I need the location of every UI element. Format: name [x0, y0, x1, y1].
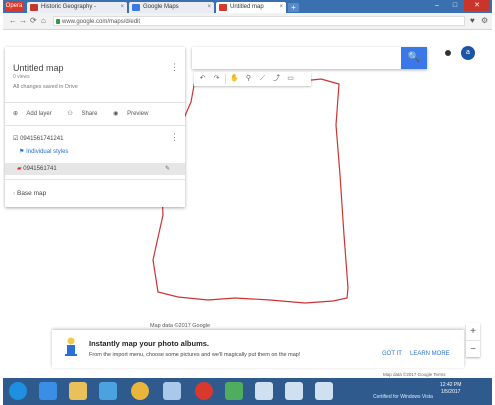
notifications-icon[interactable]	[443, 48, 453, 58]
photo-import-promo: Instantly map your photo albums. From th…	[52, 330, 464, 368]
address-bar: ← → ⟳ ⌂ www.google.com/maps/d/edit ♥ ⚙	[3, 13, 492, 30]
zoom-in-button[interactable]: +	[466, 323, 480, 341]
layer-name[interactable]: 0941561741241	[20, 136, 63, 142]
taskbar: Certified for Windows Vista 12:42 PM 1/5…	[3, 378, 492, 405]
redo-icon[interactable]: ↷	[210, 72, 223, 86]
media-icon[interactable]	[99, 382, 117, 400]
zoom-out-button[interactable]: −	[466, 341, 480, 358]
tab-favicon-icon	[219, 4, 227, 11]
tab-google-maps[interactable]: Google Maps ×	[129, 2, 214, 13]
heart-icon[interactable]: ♥	[470, 16, 475, 26]
preview-icon: ◉	[113, 111, 119, 117]
tab-favicon-icon	[30, 4, 38, 11]
browser-window: Opera Historic Geography - × Google Maps…	[3, 0, 492, 405]
share-button[interactable]: ⚇ Share	[67, 111, 104, 117]
layer-style-link[interactable]: ⚑ Individual styles	[19, 148, 68, 155]
tab-label: Google Maps	[143, 4, 179, 10]
share-icon: ⚇	[67, 111, 73, 117]
tab-favicon-icon	[132, 4, 140, 11]
security-icon[interactable]	[225, 382, 243, 400]
add-layer-icon: ⊕	[13, 111, 19, 117]
url-field[interactable]: www.google.com/maps/d/edit	[53, 16, 465, 26]
base-map-toggle[interactable]: › Base map	[13, 190, 46, 197]
zoom-control: + −	[466, 323, 480, 357]
map-side-panel: Untitled map ⋮ 0 views All changes saved…	[5, 47, 185, 207]
opera-icon[interactable]	[195, 382, 213, 400]
tab-historic-geography[interactable]: Historic Geography - ×	[27, 2, 127, 13]
network-icon[interactable]	[163, 382, 181, 400]
paint-icon: ⚑	[19, 149, 25, 155]
undo-icon[interactable]: ↶	[196, 72, 209, 86]
search-box[interactable]	[192, 47, 427, 69]
search-button[interactable]: 🔍	[401, 47, 427, 69]
close-tab-icon[interactable]: ×	[207, 2, 211, 13]
tab-label: Historic Geography -	[41, 4, 97, 10]
preview-button[interactable]: ◉ Preview	[113, 111, 155, 117]
clock-time: 12:42 PM	[440, 382, 462, 388]
settings-icon[interactable]: ⚙	[481, 16, 488, 26]
url-text: www.google.com/maps/d/edit	[62, 19, 141, 25]
tab-untitled-map[interactable]: Untitled map ×	[216, 2, 286, 13]
map-attribution: Map data ©2017 Google	[150, 323, 211, 329]
search-input[interactable]	[198, 47, 402, 69]
feature-style-icon[interactable]: ✎	[165, 165, 170, 172]
divider	[5, 125, 185, 126]
panel-actions: ⊕ Add layer ⚇ Share ◉ Preview	[13, 110, 162, 117]
minimize-button[interactable]: –	[428, 0, 446, 11]
tab-label: Untitled map	[230, 4, 264, 10]
home-icon[interactable]: ⌂	[41, 16, 46, 26]
divider	[225, 74, 226, 84]
got-it-button[interactable]: GOT IT	[382, 351, 402, 357]
divider	[5, 179, 185, 180]
directions-icon[interactable]: ⤴	[270, 72, 283, 86]
map-options-icon[interactable]: ⋮	[170, 63, 179, 72]
draw-line-icon[interactable]: ⟋	[256, 72, 269, 86]
layer-item[interactable]: ☑ 0941561741241	[13, 135, 63, 142]
hand-icon[interactable]: ✋	[228, 72, 241, 86]
marker-icon[interactable]: ⚲	[242, 72, 255, 86]
maximize-button[interactable]: □	[446, 0, 464, 11]
chrome-icon[interactable]	[131, 382, 149, 400]
map-canvas[interactable]: Untitled map ⋮ 0 views All changes saved…	[3, 30, 492, 370]
new-tab-button[interactable]: +	[288, 3, 299, 12]
add-layer-button[interactable]: ⊕ Add layer	[13, 111, 59, 117]
divider	[5, 102, 185, 103]
back-icon[interactable]: ←	[9, 16, 17, 26]
clock-date: 1/5/2017	[440, 389, 461, 395]
system-tray-text: Certified for Windows Vista	[373, 394, 433, 400]
promo-title: Instantly map your photo albums.	[89, 339, 210, 348]
reload-icon[interactable]: ⟳	[30, 16, 37, 26]
account-avatar[interactable]: a	[461, 46, 475, 60]
close-tab-icon[interactable]: ×	[120, 2, 124, 13]
polygon-icon: ▰	[17, 166, 22, 172]
tab-strip: Opera Historic Geography - × Google Maps…	[3, 0, 492, 13]
map-views-count: 0 views	[13, 74, 30, 80]
close-window-button[interactable]: ✕	[464, 0, 490, 11]
close-tab-icon[interactable]: ×	[279, 2, 283, 13]
clock[interactable]: 12:42 PM 1/5/2017	[440, 382, 461, 396]
lock-icon	[56, 19, 60, 24]
map-footer: Map data ©2017 Google Terms	[383, 372, 446, 377]
explorer-icon[interactable]	[69, 382, 87, 400]
app-icon-2[interactable]	[285, 382, 303, 400]
ruler-icon[interactable]: ▭	[284, 72, 297, 86]
layer-options-icon[interactable]: ⋮	[170, 133, 179, 142]
forward-icon[interactable]: →	[19, 16, 27, 26]
feature-item[interactable]: ▰ 0941561741	[17, 165, 57, 172]
chevron-right-icon: ›	[13, 190, 16, 197]
ie-icon[interactable]	[39, 382, 57, 400]
map-toolbar: ↶ ↷ ✋ ⚲ ⟋ ⤴ ▭	[194, 72, 311, 86]
checkbox-icon[interactable]: ☑	[13, 136, 18, 142]
promo-description: From the import menu, choose some pictur…	[89, 352, 301, 358]
learn-more-link[interactable]: LEARN MORE	[410, 351, 450, 357]
browser-logo[interactable]: Opera	[5, 1, 23, 12]
magic-hat-icon	[65, 337, 77, 356]
map-title[interactable]: Untitled map	[13, 63, 64, 73]
app-icon-3[interactable]	[315, 382, 333, 400]
app-icon-1[interactable]	[255, 382, 273, 400]
start-icon[interactable]	[9, 382, 27, 400]
feature-name: 0941561741	[23, 166, 57, 172]
saved-status: All changes saved in Drive	[13, 84, 78, 90]
